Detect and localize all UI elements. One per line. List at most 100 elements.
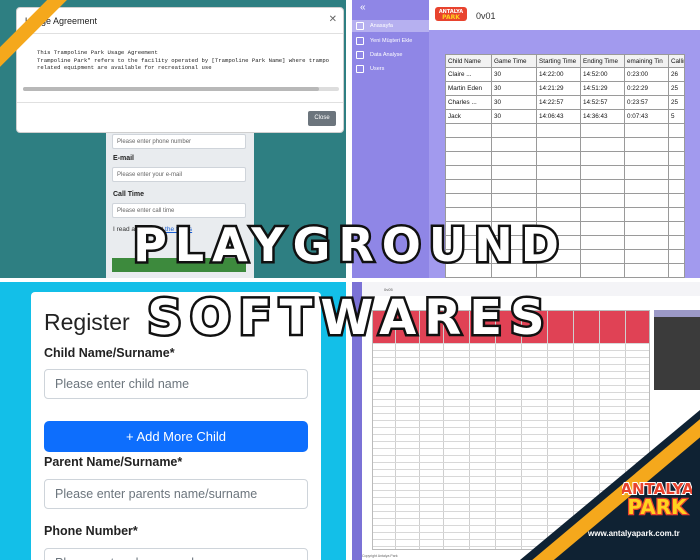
grid-row-line	[373, 350, 649, 351]
empty-table-row[interactable]	[445, 151, 685, 166]
table-cell	[668, 165, 685, 180]
column-header[interactable]: Ending Time	[580, 54, 625, 68]
grid-row-line	[373, 392, 649, 393]
table-cell	[624, 151, 669, 166]
table-cell: 30	[491, 95, 537, 110]
column-header[interactable]: emaining Tin	[624, 54, 669, 68]
dialog-divider	[17, 33, 343, 34]
empty-table-row[interactable]	[445, 193, 685, 208]
table-cell: Claire ...	[445, 67, 492, 82]
table-cell: 30	[491, 67, 537, 82]
logo-text-bottom: PARK	[627, 495, 688, 519]
collapse-icon[interactable]: «	[360, 2, 366, 13]
empty-table-row[interactable]	[445, 165, 685, 180]
close-icon[interactable]: ✕	[329, 14, 337, 25]
sidebar-item-label: Data Analyse	[370, 52, 403, 58]
column-header[interactable]: Game Time	[491, 54, 537, 68]
table-cell	[491, 137, 537, 152]
column-header[interactable]: Starting Time	[536, 54, 581, 68]
table-cell	[445, 165, 492, 180]
table-cell: 25	[668, 81, 685, 96]
table-row[interactable]: Martin Eden 30 14:21:29 14:51:29 0:22:29 25	[445, 81, 685, 96]
table-cell	[536, 123, 581, 138]
child-name-input[interactable]: Please enter child name	[44, 369, 308, 399]
table-cell: 0:23:00	[624, 67, 669, 82]
table-cell	[491, 151, 537, 166]
sidebar-item-users[interactable]: Users	[352, 63, 429, 75]
grid-column-line	[395, 311, 396, 549]
table-row[interactable]: Charles ... 30 14:22:57 14:52:57 0:23:57 25	[445, 95, 685, 110]
table-row[interactable]: Jack 30 14:06:43 14:36:43 0:07:43 5	[445, 109, 685, 124]
table-cell	[668, 137, 685, 152]
table-cell: 14:51:29	[580, 81, 625, 96]
child-name-label: Child Name/Surname*	[44, 346, 175, 360]
table-cell	[491, 165, 537, 180]
table-cell	[580, 123, 625, 138]
sidebar-item-new-customer[interactable]: Yeni Müşteri Ekle	[352, 35, 429, 47]
sidebar-item-home[interactable]: Anasayfa	[352, 20, 429, 32]
bg-email-input[interactable]: Please enter your e-mail	[112, 167, 246, 182]
table-cell: 25	[668, 95, 685, 110]
table-cell	[668, 151, 685, 166]
bg-call-time-input[interactable]: Please enter call time	[112, 203, 246, 218]
parent-name-input[interactable]: Please enter parents name/surname	[44, 479, 308, 509]
table-cell: Jack	[445, 109, 492, 124]
sidebar-item-label: Anasayfa	[370, 23, 393, 29]
column-header[interactable]: Callin	[668, 54, 685, 68]
grid-row-line	[373, 371, 649, 372]
headline-line-1: PLAYGROUND	[131, 216, 567, 275]
column-header[interactable]: Child Name	[445, 54, 492, 68]
horizontal-divider	[0, 278, 700, 282]
table-cell	[624, 123, 669, 138]
bg-phone-input[interactable]: Please enter phone number	[112, 134, 246, 149]
table-cell	[580, 165, 625, 180]
brand-url: www.antalyapark.com.tr	[588, 529, 680, 538]
app-title: 0v01	[476, 11, 496, 21]
empty-table-row[interactable]	[445, 179, 685, 194]
agreement-line: related equipment are available for recr…	[37, 64, 212, 72]
add-user-icon	[356, 37, 364, 45]
close-button[interactable]: Close	[308, 111, 336, 126]
sidebar-item-data-analyse[interactable]: Data Analyse	[352, 49, 429, 61]
table-cell	[624, 165, 669, 180]
table-cell: 14:36:43	[580, 109, 625, 124]
table-cell: 14:22:57	[536, 95, 581, 110]
dialog-footer-divider	[17, 102, 343, 103]
table-cell	[445, 179, 492, 194]
table-cell	[668, 179, 685, 194]
table-cell	[536, 179, 581, 194]
table-cell: 14:06:43	[536, 109, 581, 124]
table-row[interactable]: Claire ... 30 14:22:00 14:52:00 0:23:00 26	[445, 67, 685, 82]
table-cell: 14:52:57	[580, 95, 625, 110]
grid-row-line	[373, 385, 649, 386]
home-icon	[356, 22, 364, 30]
scrollbar-thumb[interactable]	[23, 87, 319, 91]
grid-column-line	[419, 311, 420, 549]
table-cell	[624, 137, 669, 152]
table-cell	[536, 137, 581, 152]
table-cell	[580, 179, 625, 194]
users-icon	[356, 65, 364, 73]
svg-text:PARK: PARK	[442, 14, 460, 21]
table-cell	[536, 151, 581, 166]
table-cell: 0:07:43	[624, 109, 669, 124]
usage-agreement-dialog: Usage Agreement ✕ This Trampoline Park U…	[16, 7, 344, 133]
grid-row-line	[373, 378, 649, 379]
table-cell: 14:21:29	[536, 81, 581, 96]
horizontal-scrollbar[interactable]	[23, 87, 339, 91]
antalya-park-logo: ANTALYA PARK	[435, 7, 467, 21]
empty-table-row[interactable]	[445, 137, 685, 152]
table-cell	[580, 193, 625, 208]
footer-copyright: Copyright Antalya Park	[362, 554, 398, 558]
sidebar-item-label: Yeni Müşteri Ekle	[370, 38, 413, 44]
empty-table-row[interactable]	[445, 123, 685, 138]
grid-row-line	[373, 357, 649, 358]
chart-icon	[356, 51, 364, 59]
add-child-button[interactable]: + Add More Child	[44, 421, 308, 452]
table-cell	[536, 165, 581, 180]
table-cell: 26	[668, 67, 685, 82]
table-cell	[668, 123, 685, 138]
antalya-park-logo: ANTALYA PARK	[622, 479, 692, 520]
table-cell	[580, 151, 625, 166]
phone-input[interactable]: Please enter phone number	[44, 548, 308, 560]
